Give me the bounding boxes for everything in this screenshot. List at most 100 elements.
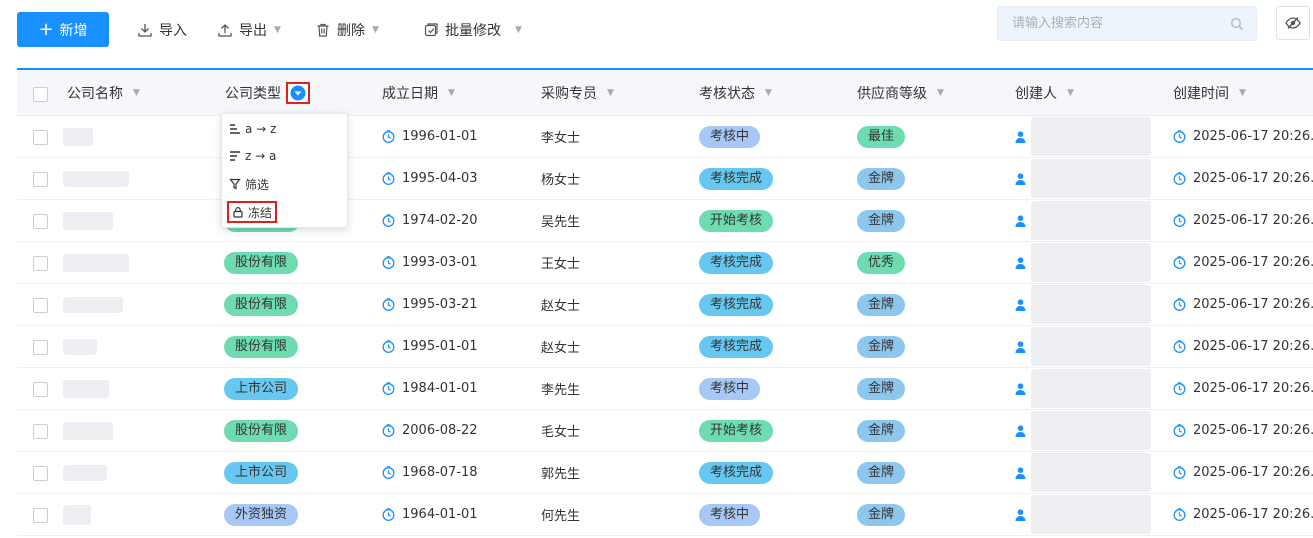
- created-time-cell: 2025-06-17 20:26...: [1173, 242, 1313, 283]
- plus-icon: +: [38, 18, 54, 40]
- grade-badge: 金牌: [857, 167, 906, 190]
- add-button[interactable]: + 新增: [17, 12, 109, 47]
- chevron-down-icon: ▼: [515, 25, 522, 35]
- buyer-cell: 李先生: [541, 368, 580, 409]
- data-table: 公司名称 ▼ 公司类型 成立日期 ▼ 采购专员 ▼ 考核状态 ▼ 供应商等级 ▼…: [17, 68, 1313, 536]
- import-icon: [138, 24, 152, 37]
- founded-date: 1968-07-18: [402, 465, 478, 480]
- buyer-cell: 郭先生: [541, 452, 580, 493]
- trash-icon: [317, 23, 329, 37]
- sort-asc-item[interactable]: a → z: [229, 118, 276, 140]
- row-checkbox[interactable]: [33, 130, 48, 145]
- table-row[interactable]: 1974-02-20 吴先生 开始考核 金牌 2025-06-17 20:26.…: [17, 200, 1313, 242]
- export-icon: [218, 24, 232, 37]
- buyer-name: 吴先生: [541, 215, 581, 230]
- chevron-down-icon[interactable]: ▼: [1067, 88, 1074, 98]
- row-checkbox[interactable]: [33, 214, 48, 229]
- row-checkbox[interactable]: [33, 466, 48, 481]
- column-menu-trigger[interactable]: [286, 82, 310, 104]
- row-checkbox[interactable]: [33, 508, 48, 523]
- creator-name-redacted: [1031, 243, 1151, 282]
- review-status-cell: 考核完成: [699, 242, 774, 283]
- table-row[interactable]: 股份有限 2006-08-22 毛女士 开始考核 金牌 2025-06-17 2…: [17, 410, 1313, 452]
- creator-cell: [1015, 200, 1026, 241]
- column-header-company-name[interactable]: 公司名称 ▼: [67, 70, 140, 116]
- founded-date: 2006-08-22: [402, 423, 478, 438]
- search-icon[interactable]: [1230, 17, 1244, 31]
- column-label: 公司名称: [67, 86, 123, 102]
- created-time-cell: 2025-06-17 20:26...: [1173, 410, 1313, 451]
- buyer-name: 杨女士: [541, 173, 581, 188]
- sort-desc-item[interactable]: z → a: [229, 145, 276, 167]
- column-header-creator[interactable]: 创建人 ▼: [1015, 70, 1074, 116]
- row-checkbox[interactable]: [33, 340, 48, 355]
- column-header-review-status[interactable]: 考核状态 ▼: [699, 70, 772, 116]
- supplier-grade-cell: 最佳: [857, 116, 906, 157]
- row-checkbox[interactable]: [33, 172, 48, 187]
- clock-icon: [1173, 214, 1186, 227]
- row-checkbox[interactable]: [33, 382, 48, 397]
- created-time: 2025-06-17 20:26...: [1193, 129, 1313, 144]
- company-name-redacted: [63, 253, 129, 272]
- table-row[interactable]: 上市公司 1968-07-18 郭先生 考核完成 金牌 2025-06-17 2…: [17, 452, 1313, 494]
- clock-icon: [1173, 340, 1186, 353]
- creator-name-redacted: [1031, 201, 1151, 240]
- table-row[interactable]: 股份有限 1993-03-01 王女士 考核完成 优秀 2025-06-17 2…: [17, 242, 1313, 284]
- company-type-tag: 股份有限: [224, 251, 299, 274]
- buyer-name: 赵女士: [541, 299, 581, 314]
- delete-label: 删除: [337, 23, 365, 39]
- table-row[interactable]: 1995-04-03 杨女士 考核完成 金牌 2025-06-17 20:26.…: [17, 158, 1313, 200]
- table-row[interactable]: 股份有限 1995-03-21 赵女士 考核完成 金牌 2025-06-17 2…: [17, 284, 1313, 326]
- batch-edit-button[interactable]: 批量修改 ▼: [423, 20, 522, 40]
- status-badge: 考核中: [699, 125, 761, 148]
- created-time: 2025-06-17 20:26...: [1193, 339, 1313, 354]
- select-all-checkbox[interactable]: [33, 87, 48, 102]
- buyer-name: 李先生: [541, 383, 581, 398]
- column-header-company-type[interactable]: 公司类型: [225, 70, 281, 116]
- delete-button[interactable]: 删除 ▼: [315, 20, 379, 40]
- table-row[interactable]: 1996-01-01 李女士 考核中 最佳 2025-06-17 20:26..…: [17, 116, 1313, 158]
- column-visibility-button[interactable]: [1276, 6, 1310, 40]
- chevron-down-icon[interactable]: ▼: [133, 88, 140, 98]
- chevron-down-icon[interactable]: ▼: [607, 88, 614, 98]
- grade-badge: 金牌: [857, 503, 906, 526]
- row-checkbox[interactable]: [33, 424, 48, 439]
- column-header-buyer[interactable]: 采购专员 ▼: [541, 70, 614, 116]
- company-name-redacted: [63, 127, 93, 146]
- chevron-down-icon[interactable]: ▼: [937, 88, 944, 98]
- chevron-down-icon[interactable]: ▼: [1239, 88, 1246, 98]
- search-input[interactable]: [1010, 15, 1224, 32]
- column-header-founded-date[interactable]: 成立日期 ▼: [382, 70, 455, 116]
- grade-badge: 金牌: [857, 461, 906, 484]
- column-label: 创建人: [1015, 86, 1057, 102]
- column-header-supplier-grade[interactable]: 供应商等级 ▼: [857, 70, 944, 116]
- founded-date: 1995-01-01: [402, 339, 478, 354]
- table-row[interactable]: 外资独资 1964-01-01 何先生 考核中 金牌 2025-06-17 20…: [17, 494, 1313, 536]
- filter-item[interactable]: 筛选: [229, 173, 269, 195]
- import-label: 导入: [159, 23, 187, 39]
- founded-date-cell: 1984-01-01: [382, 368, 478, 409]
- column-header-created-time[interactable]: 创建时间 ▼: [1173, 70, 1246, 116]
- chevron-down-icon[interactable]: ▼: [448, 88, 455, 98]
- supplier-grade-cell: 金牌: [857, 200, 906, 241]
- founded-date: 1984-01-01: [402, 381, 478, 396]
- clock-icon: [382, 256, 395, 269]
- export-button[interactable]: 导出 ▼: [217, 20, 281, 40]
- created-time: 2025-06-17 20:26...: [1193, 381, 1313, 396]
- table-row[interactable]: 上市公司 1984-01-01 李先生 考核中 金牌 2025-06-17 20…: [17, 368, 1313, 410]
- row-checkbox[interactable]: [33, 298, 48, 313]
- company-type-tag: 外资独资: [224, 503, 299, 526]
- clock-icon: [1173, 382, 1186, 395]
- row-checkbox[interactable]: [33, 256, 48, 271]
- supplier-grade-cell: 金牌: [857, 158, 906, 199]
- chevron-down-icon[interactable]: ▼: [765, 88, 772, 98]
- buyer-cell: 李女士: [541, 116, 580, 157]
- status-badge: 考核中: [699, 503, 761, 526]
- import-button[interactable]: 导入: [137, 20, 187, 40]
- created-time: 2025-06-17 20:26...: [1193, 423, 1313, 438]
- review-status-cell: 考核完成: [699, 158, 774, 199]
- freeze-item[interactable]: 冻结: [227, 201, 278, 223]
- user-icon: [1015, 130, 1026, 143]
- founded-date-cell: 1995-03-21: [382, 284, 478, 325]
- table-row[interactable]: 股份有限 1995-01-01 赵女士 考核完成 金牌 2025-06-17 2…: [17, 326, 1313, 368]
